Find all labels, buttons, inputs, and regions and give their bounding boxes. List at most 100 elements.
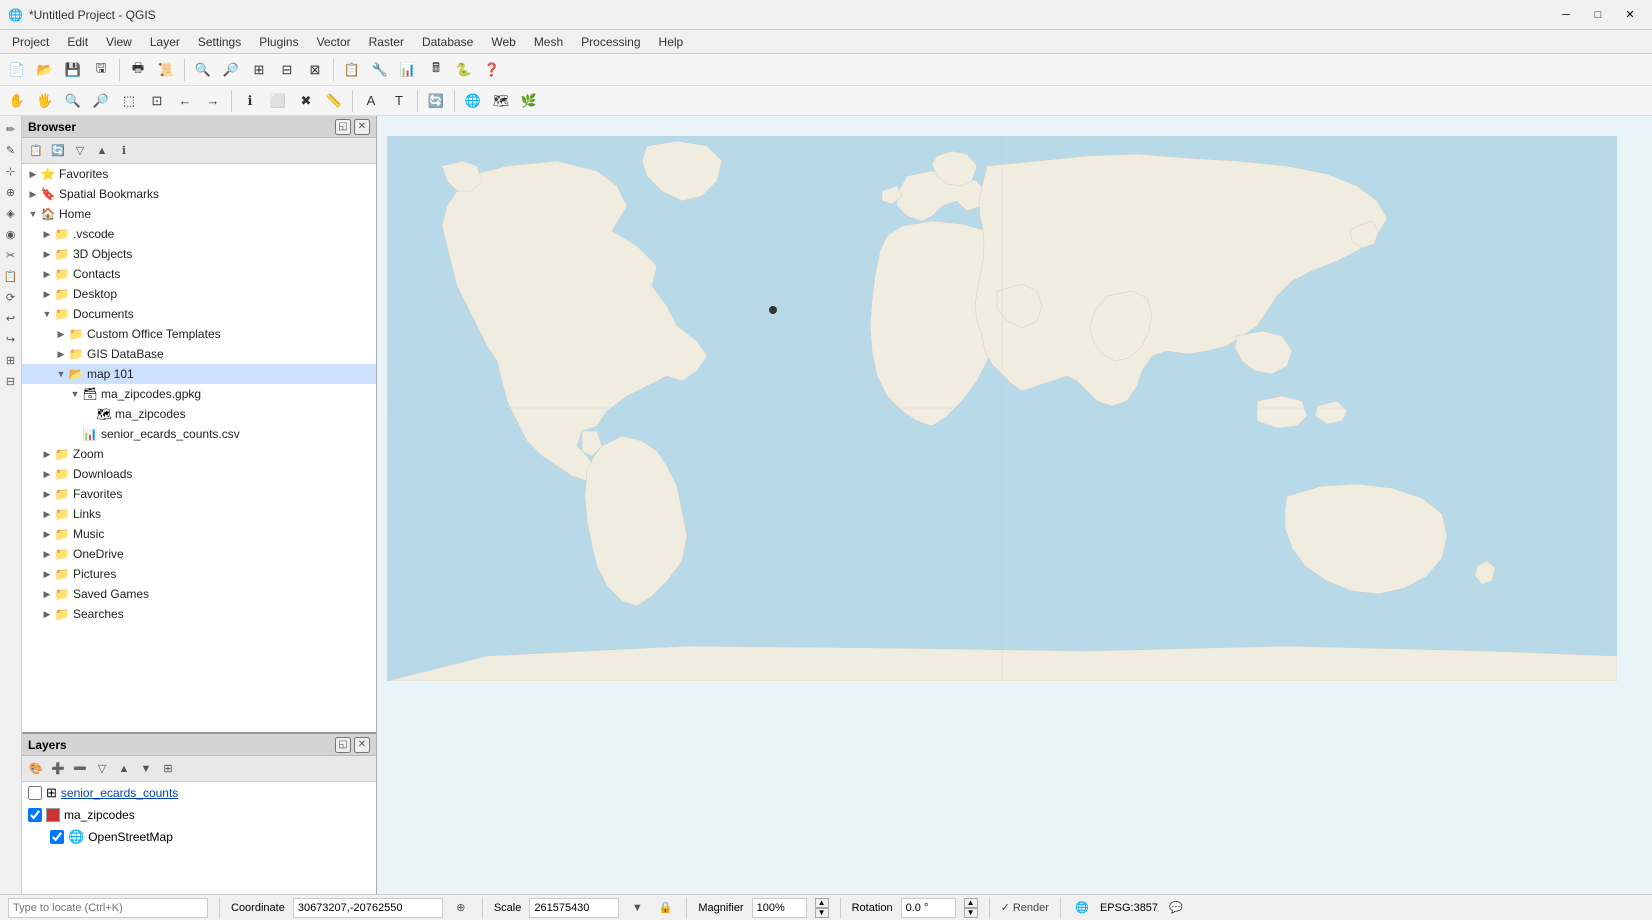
layer-checkbox-layer-mazip[interactable] (28, 808, 42, 822)
menubar-item-menu-edit[interactable]: Edit (59, 33, 96, 51)
tree-arrow-node-pictures[interactable]: ▶ (40, 569, 54, 580)
tree-arrow-node-onedrive[interactable]: ▶ (40, 549, 54, 560)
zoom-in-button[interactable]: 🔍 (190, 57, 216, 83)
lock-button[interactable]: 🔒 (655, 898, 675, 918)
tree-arrow-node-bookmarks[interactable]: ▶ (26, 189, 40, 200)
rotation-input[interactable] (901, 898, 956, 918)
zoom-window-button[interactable]: ⬚ (116, 88, 142, 114)
globe2-button[interactable]: 🗺 (488, 88, 514, 114)
select-button[interactable]: ⬜ (265, 88, 291, 114)
menubar-item-menu-plugins[interactable]: Plugins (251, 33, 306, 51)
tree-item-node-3d[interactable]: ▶📁3D Objects (22, 244, 376, 264)
coordinate-input[interactable] (293, 898, 443, 918)
save-as-button[interactable]: 🖫 (88, 57, 114, 83)
tree-item-node-music[interactable]: ▶📁Music (22, 524, 376, 544)
browser-close-button[interactable]: ✕ (354, 119, 370, 135)
maximize-button[interactable]: □ (1584, 5, 1612, 25)
layer-remove-button[interactable]: ➖ (70, 759, 90, 779)
tree-arrow-node-favorites2[interactable]: ▶ (40, 489, 54, 500)
magnifier-input[interactable] (752, 898, 807, 918)
layers-float-button[interactable]: ◱ (335, 737, 351, 753)
browser-refresh-button[interactable]: 🔄 (48, 141, 68, 161)
browser-filter-button[interactable]: ▽ (70, 141, 90, 161)
sidebar-node-button[interactable]: ◉ (2, 225, 20, 243)
zoom-in-map-button[interactable]: 🔍 (60, 88, 86, 114)
sidebar-vertex-button[interactable]: ◈ (2, 204, 20, 222)
tree-item-node-savedgames[interactable]: ▶📁Saved Games (22, 584, 376, 604)
tree-arrow-node-vscode[interactable]: ▶ (40, 229, 54, 240)
tree-arrow-node-gpkg[interactable]: ▼ (68, 389, 82, 399)
tree-item-node-pictures[interactable]: ▶📁Pictures (22, 564, 376, 584)
sidebar-digitize-button[interactable]: ⊹ (2, 162, 20, 180)
open-project-button[interactable]: 📂 (32, 57, 58, 83)
layer-add-button[interactable]: ➕ (48, 759, 68, 779)
zoom-next-button[interactable]: → (200, 88, 226, 114)
browser-collapse-button[interactable]: ▲ (92, 141, 112, 161)
save-project-button[interactable]: 💾 (60, 57, 86, 83)
new-project-button[interactable]: 📄 (4, 57, 30, 83)
sidebar-cut-button[interactable]: ✂ (2, 246, 20, 264)
sidebar-rotate-button[interactable]: ⟳ (2, 288, 20, 306)
tree-arrow-node-music[interactable]: ▶ (40, 529, 54, 540)
field-calculator-button[interactable]: 🖩 (423, 57, 449, 83)
locate-input[interactable] (8, 898, 208, 918)
tree-item-node-onedrive[interactable]: ▶📁OneDrive (22, 544, 376, 564)
browser-add-button[interactable]: 📋 (26, 141, 46, 161)
measure-button[interactable]: 📏 (321, 88, 347, 114)
tree-item-node-zoom[interactable]: ▶📁Zoom (22, 444, 376, 464)
tree-arrow-node-map101[interactable]: ▼ (54, 369, 68, 379)
python-button[interactable]: 🐍 (451, 57, 477, 83)
layer-checkbox-layer-osm[interactable] (50, 830, 64, 844)
tree-item-node-gpkg[interactable]: ▼🗃ma_zipcodes.gpkg (22, 384, 376, 404)
sidebar-merge-button[interactable]: ⊞ (2, 351, 20, 369)
pan-to-button[interactable]: 🖐 (32, 88, 58, 114)
sidebar-draw-button[interactable]: ✎ (2, 141, 20, 159)
tree-arrow-node-gis[interactable]: ▶ (54, 349, 68, 360)
menubar-item-menu-mesh[interactable]: Mesh (526, 33, 571, 51)
rotation-down-button[interactable]: ▼ (964, 908, 978, 918)
zoom-last-button[interactable]: ← (172, 88, 198, 114)
tree-arrow-node-contacts[interactable]: ▶ (40, 269, 54, 280)
tree-arrow-node-3d[interactable]: ▶ (40, 249, 54, 260)
rotation-up-button[interactable]: ▲ (964, 898, 978, 908)
close-button[interactable]: ✕ (1616, 5, 1644, 25)
menubar-item-menu-database[interactable]: Database (414, 33, 481, 51)
tree-item-node-vscode[interactable]: ▶📁.vscode (22, 224, 376, 244)
menubar-item-menu-help[interactable]: Help (651, 33, 692, 51)
tree-item-node-favorites[interactable]: ▶⭐Favorites (22, 164, 376, 184)
tree-item-node-gis[interactable]: ▶📁GIS DataBase (22, 344, 376, 364)
tree-arrow-node-links[interactable]: ▶ (40, 509, 54, 520)
globe-button[interactable]: 🌐 (460, 88, 486, 114)
layer-up-button[interactable]: ▲ (114, 759, 134, 779)
magnifier-down-button[interactable]: ▼ (815, 908, 829, 918)
tree-arrow-node-favorites[interactable]: ▶ (26, 169, 40, 180)
processing-toolbox-button[interactable]: 🔧 (367, 57, 393, 83)
layer-item-layer-senior[interactable]: ⊞senior_ecards_counts (22, 782, 376, 804)
tree-item-node-bookmarks[interactable]: ▶🔖Spatial Bookmarks (22, 184, 376, 204)
sidebar-edit-button[interactable]: ✏ (2, 120, 20, 138)
layer-group-button[interactable]: ⊞ (158, 759, 178, 779)
statistics-button[interactable]: 📊 (395, 57, 421, 83)
tree-item-node-desktop[interactable]: ▶📁Desktop (22, 284, 376, 304)
sidebar-redo-button[interactable]: ↪ (2, 330, 20, 348)
browser-float-button[interactable]: ◱ (335, 119, 351, 135)
print-button[interactable]: 🖶 (125, 57, 151, 83)
scale-input[interactable] (529, 898, 619, 918)
sidebar-paste-button[interactable]: 📋 (2, 267, 20, 285)
menubar-item-menu-raster[interactable]: Raster (361, 33, 412, 51)
menubar-item-menu-vector[interactable]: Vector (309, 33, 359, 51)
annotation-button[interactable]: T (386, 88, 412, 114)
layer-filter-button[interactable]: ▽ (92, 759, 112, 779)
menubar-item-menu-project[interactable]: Project (4, 33, 57, 51)
tree-item-node-downloads[interactable]: ▶📁Downloads (22, 464, 376, 484)
tree-arrow-node-desktop[interactable]: ▶ (40, 289, 54, 300)
print-atlas-button[interactable]: 📜 (153, 57, 179, 83)
magnifier-up-button[interactable]: ▲ (815, 898, 829, 908)
map-canvas[interactable] (377, 116, 1652, 894)
menubar-item-menu-web[interactable]: Web (483, 33, 523, 51)
tree-item-node-links[interactable]: ▶📁Links (22, 504, 376, 524)
zoom-out-button[interactable]: 🔎 (218, 57, 244, 83)
sidebar-undo-button[interactable]: ↩ (2, 309, 20, 327)
help-button[interactable]: ❓ (479, 57, 505, 83)
layer-item-layer-osm[interactable]: 🌐OpenStreetMap (22, 826, 376, 848)
